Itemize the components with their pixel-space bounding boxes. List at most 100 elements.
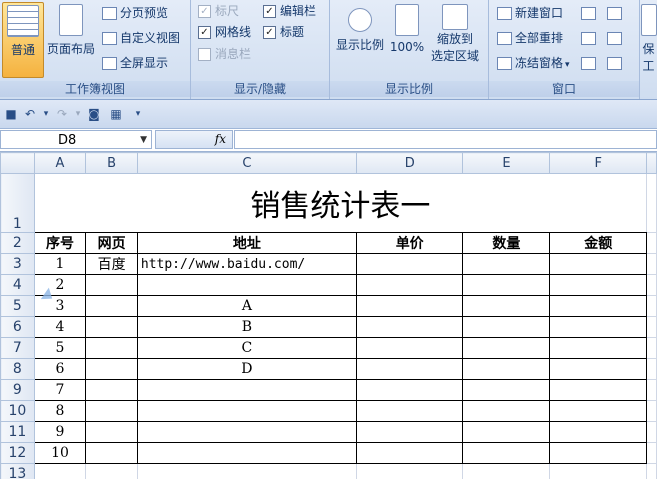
table-cell[interactable] — [549, 253, 648, 275]
table-cell[interactable] — [549, 442, 648, 464]
cell[interactable] — [646, 253, 657, 275]
table-cell[interactable] — [462, 274, 551, 296]
reset-position-button[interactable] — [607, 53, 625, 73]
table-cell[interactable] — [355, 274, 464, 296]
table-cell[interactable] — [549, 358, 648, 380]
column-header[interactable]: F — [549, 152, 648, 174]
headings-checkbox[interactable]: ✓ 标题 — [263, 22, 304, 42]
table-cell[interactable] — [136, 442, 357, 464]
table-cell[interactable] — [462, 253, 551, 275]
cell[interactable] — [646, 173, 657, 233]
table-cell[interactable] — [355, 400, 464, 422]
table-cell[interactable] — [355, 379, 464, 401]
table-cell[interactable]: B — [136, 316, 357, 338]
table-cell[interactable] — [85, 442, 138, 464]
header-cell[interactable]: 数量 — [462, 232, 551, 254]
row-header[interactable]: 5 — [0, 295, 35, 317]
custom-views-button[interactable]: 自定义视图 — [102, 28, 180, 48]
redo-dropdown-icon[interactable]: ▾ — [70, 106, 86, 122]
table-cell[interactable]: A — [136, 295, 357, 317]
insert-function-button[interactable]: fx — [155, 130, 233, 149]
table-cell[interactable] — [85, 400, 138, 422]
table-cell[interactable]: 1 — [33, 253, 87, 275]
table-cell[interactable]: 10 — [33, 442, 87, 464]
table-cell[interactable] — [85, 358, 138, 380]
hide-button[interactable] — [581, 28, 599, 48]
cell[interactable] — [646, 295, 657, 317]
table-cell[interactable] — [85, 337, 138, 359]
table-cell[interactable] — [462, 379, 551, 401]
table-cell[interactable] — [33, 463, 87, 479]
header-cell[interactable]: 网页 — [85, 232, 138, 254]
new-window-button[interactable]: 新建窗口 — [497, 3, 563, 23]
select-all-corner[interactable] — [0, 152, 35, 174]
gridlines-checkbox[interactable]: ✓ 网格线 — [198, 22, 251, 42]
table-cell[interactable] — [549, 463, 648, 479]
table-cell[interactable] — [355, 253, 464, 275]
table-cell[interactable]: D — [136, 358, 357, 380]
table-cell[interactable] — [462, 442, 551, 464]
column-header[interactable]: E — [462, 152, 551, 174]
sync-scroll-button[interactable] — [607, 28, 625, 48]
table-cell[interactable] — [136, 421, 357, 443]
table-cell[interactable] — [549, 379, 648, 401]
cell[interactable] — [646, 379, 657, 401]
table-cell[interactable] — [355, 442, 464, 464]
cell[interactable] — [646, 421, 657, 443]
custom-toolbar-icon[interactable]: ▦ — [108, 106, 124, 122]
header-cell[interactable]: 序号 — [33, 232, 87, 254]
table-cell[interactable]: 7 — [33, 379, 87, 401]
cell[interactable] — [646, 232, 657, 254]
redo-icon[interactable]: ↷ — [54, 106, 70, 122]
table-cell[interactable]: http://www.baidu.com/ — [136, 253, 357, 275]
table-cell[interactable] — [462, 295, 551, 317]
undo-dropdown-icon[interactable]: ▾ — [38, 106, 54, 122]
table-cell[interactable] — [549, 274, 648, 296]
normal-view-button[interactable]: 普通 — [2, 2, 44, 78]
row-header[interactable]: 8 — [0, 358, 35, 380]
table-cell[interactable] — [549, 316, 648, 338]
table-cell[interactable] — [355, 463, 464, 479]
save-workspace-button[interactable]: 保 工作 — [640, 2, 657, 76]
table-cell[interactable]: 4 — [33, 316, 87, 338]
page-break-preview-button[interactable]: 分页预览 — [102, 3, 168, 23]
row-header[interactable]: 4 — [0, 274, 35, 296]
table-cell[interactable] — [462, 421, 551, 443]
zoom-button[interactable]: 显示比例 — [334, 2, 386, 76]
column-header[interactable]: A — [33, 152, 87, 174]
row-header[interactable]: 11 — [0, 421, 35, 443]
table-cell[interactable]: 9 — [33, 421, 87, 443]
column-header[interactable]: B — [85, 152, 138, 174]
page-layout-button[interactable]: 页面布局 — [45, 2, 97, 76]
print-preview-icon[interactable]: ◙ — [86, 106, 102, 122]
table-cell[interactable] — [85, 379, 138, 401]
zoom-to-selection-button[interactable]: 缩放到 选定区域 — [428, 2, 482, 76]
table-cell[interactable]: 6 — [33, 358, 87, 380]
table-cell[interactable] — [136, 400, 357, 422]
cell[interactable] — [646, 274, 657, 296]
sheet-title[interactable]: 销售统计表一 — [33, 173, 648, 233]
undo-icon[interactable]: ↶ — [22, 106, 38, 122]
table-cell[interactable] — [136, 463, 357, 479]
formula-input[interactable] — [234, 130, 657, 149]
formula-bar-checkbox[interactable]: ✓ 编辑栏 — [263, 1, 316, 21]
cell[interactable] — [646, 358, 657, 380]
table-cell[interactable] — [462, 358, 551, 380]
table-cell[interactable] — [355, 337, 464, 359]
full-screen-button[interactable]: 全屏显示 — [102, 53, 168, 73]
cell[interactable] — [646, 337, 657, 359]
row-header[interactable]: 9 — [0, 379, 35, 401]
view-side-by-side-button[interactable] — [607, 3, 625, 23]
table-cell[interactable] — [355, 358, 464, 380]
table-cell[interactable] — [85, 316, 138, 338]
table-cell[interactable] — [549, 400, 648, 422]
customize-qat-icon[interactable]: ▾ — [130, 106, 146, 122]
cell[interactable] — [646, 463, 657, 479]
table-cell[interactable] — [462, 400, 551, 422]
table-cell[interactable] — [136, 274, 357, 296]
table-cell[interactable]: 5 — [33, 337, 87, 359]
row-header[interactable]: 1 — [0, 173, 35, 233]
split-button[interactable] — [581, 3, 599, 23]
table-cell[interactable] — [85, 463, 138, 479]
table-cell[interactable] — [462, 337, 551, 359]
